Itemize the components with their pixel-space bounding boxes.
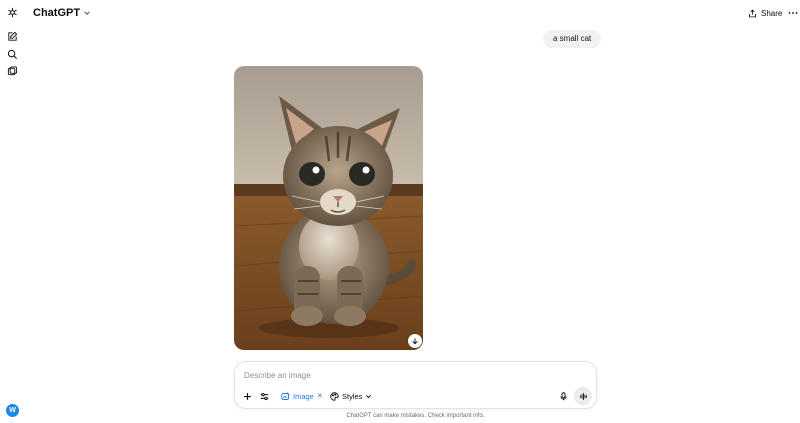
download-button[interactable] xyxy=(408,334,422,348)
styles-button[interactable]: Styles xyxy=(330,389,372,403)
user-message: a small cat xyxy=(543,30,602,48)
sidebar-rail: W xyxy=(0,0,24,423)
sliders-icon xyxy=(260,392,269,400)
voice-mode-button[interactable] xyxy=(574,387,592,405)
image-brush-icon xyxy=(281,391,290,400)
close-icon[interactable]: ✕ xyxy=(317,392,323,400)
model-name: ChatGPT xyxy=(33,7,81,19)
disclaimer: ChatGPT can make mistakes. Check importa… xyxy=(346,413,485,419)
palette-icon xyxy=(330,391,339,401)
composer: Image ✕ Styles xyxy=(234,361,597,409)
model-switcher[interactable]: ChatGPT xyxy=(33,5,91,21)
image-chip-label: Image xyxy=(293,391,314,401)
chevron-down-icon xyxy=(84,11,90,15)
generated-image[interactable] xyxy=(234,66,423,350)
share-button[interactable]: Share xyxy=(748,5,782,21)
add-button[interactable] xyxy=(243,389,252,403)
kitten-image xyxy=(234,66,423,350)
share-icon xyxy=(749,9,756,17)
waveform-icon xyxy=(579,392,587,400)
prompt-input[interactable] xyxy=(244,368,584,382)
tools-button[interactable] xyxy=(260,389,269,403)
share-label: Share xyxy=(761,8,783,18)
arrow-down-icon xyxy=(412,338,418,345)
styles-label: Styles xyxy=(342,391,363,401)
chevron-down-icon xyxy=(366,394,372,398)
avatar[interactable]: W xyxy=(6,404,19,417)
image-tool-chip[interactable]: Image ✕ xyxy=(281,389,323,403)
search-icon[interactable] xyxy=(4,46,20,62)
plus-icon xyxy=(244,392,251,400)
dictate-button[interactable] xyxy=(559,389,568,403)
logo-icon[interactable] xyxy=(4,4,20,20)
more-horizontal-icon xyxy=(788,12,798,14)
new-chat-icon[interactable] xyxy=(4,28,20,44)
microphone-icon xyxy=(560,391,567,400)
more-options-button[interactable] xyxy=(787,5,799,21)
library-icon[interactable] xyxy=(4,63,20,79)
